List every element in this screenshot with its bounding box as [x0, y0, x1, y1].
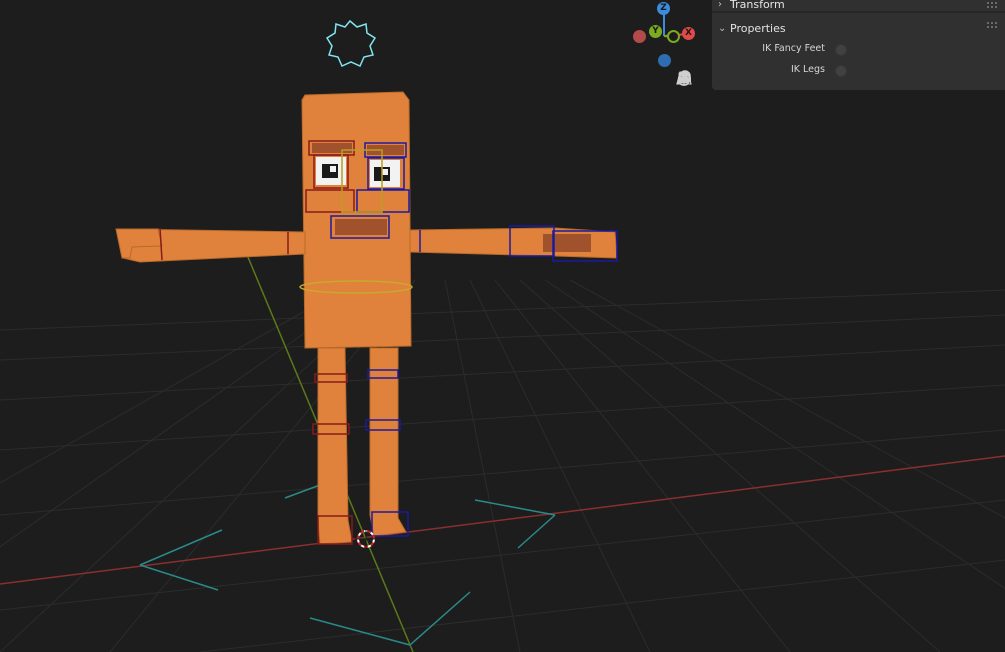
navigation-gizmo[interactable]: Z Y X [628, 0, 704, 70]
grid-perspective-icon[interactable] [676, 71, 698, 167]
panel-divider [712, 11, 1005, 13]
gizmo-y-axis[interactable]: Y [649, 25, 662, 38]
gizmo-x-axis[interactable]: X [682, 27, 695, 40]
drag-handle-icon[interactable] [987, 21, 999, 31]
property-row-ik-fancy-feet: IK Fancy Feet [712, 39, 1005, 60]
gizmo-neg-x-axis[interactable] [633, 30, 646, 43]
camera-icon[interactable] [676, 71, 698, 142]
hand-pan-icon[interactable] [676, 71, 698, 117]
ik-legs-label: IK Legs [790, 64, 825, 75]
transform-label: Transform [730, 0, 785, 11]
property-row-ik-legs: IK Legs [712, 60, 1005, 81]
gizmo-z-axis[interactable]: Z [657, 2, 670, 15]
sidebar-panel: › Transform ⌄ Properties IK Fancy Feet I… [712, 0, 1005, 90]
properties-panel-header[interactable]: ⌄ Properties [712, 17, 1005, 39]
gizmo-neg-y-axis[interactable] [667, 30, 680, 43]
ik-fancy-feet-label: IK Fancy Feet [762, 43, 825, 54]
drag-handle-icon[interactable] [987, 1, 999, 11]
ik-fancy-feet-checkbox[interactable] [835, 44, 847, 56]
chevron-down-icon: ⌄ [718, 22, 727, 34]
navigation-tools [676, 70, 698, 170]
3d-viewport[interactable]: Z Y X [0, 0, 1005, 652]
chevron-right-icon: › [718, 0, 722, 10]
ik-legs-checkbox[interactable] [835, 65, 847, 77]
transform-panel-header[interactable]: › Transform [712, 0, 1005, 11]
gizmo-neg-z-axis[interactable] [658, 54, 671, 67]
scene-canvas[interactable] [0, 0, 1005, 652]
properties-label: Properties [730, 21, 786, 35]
